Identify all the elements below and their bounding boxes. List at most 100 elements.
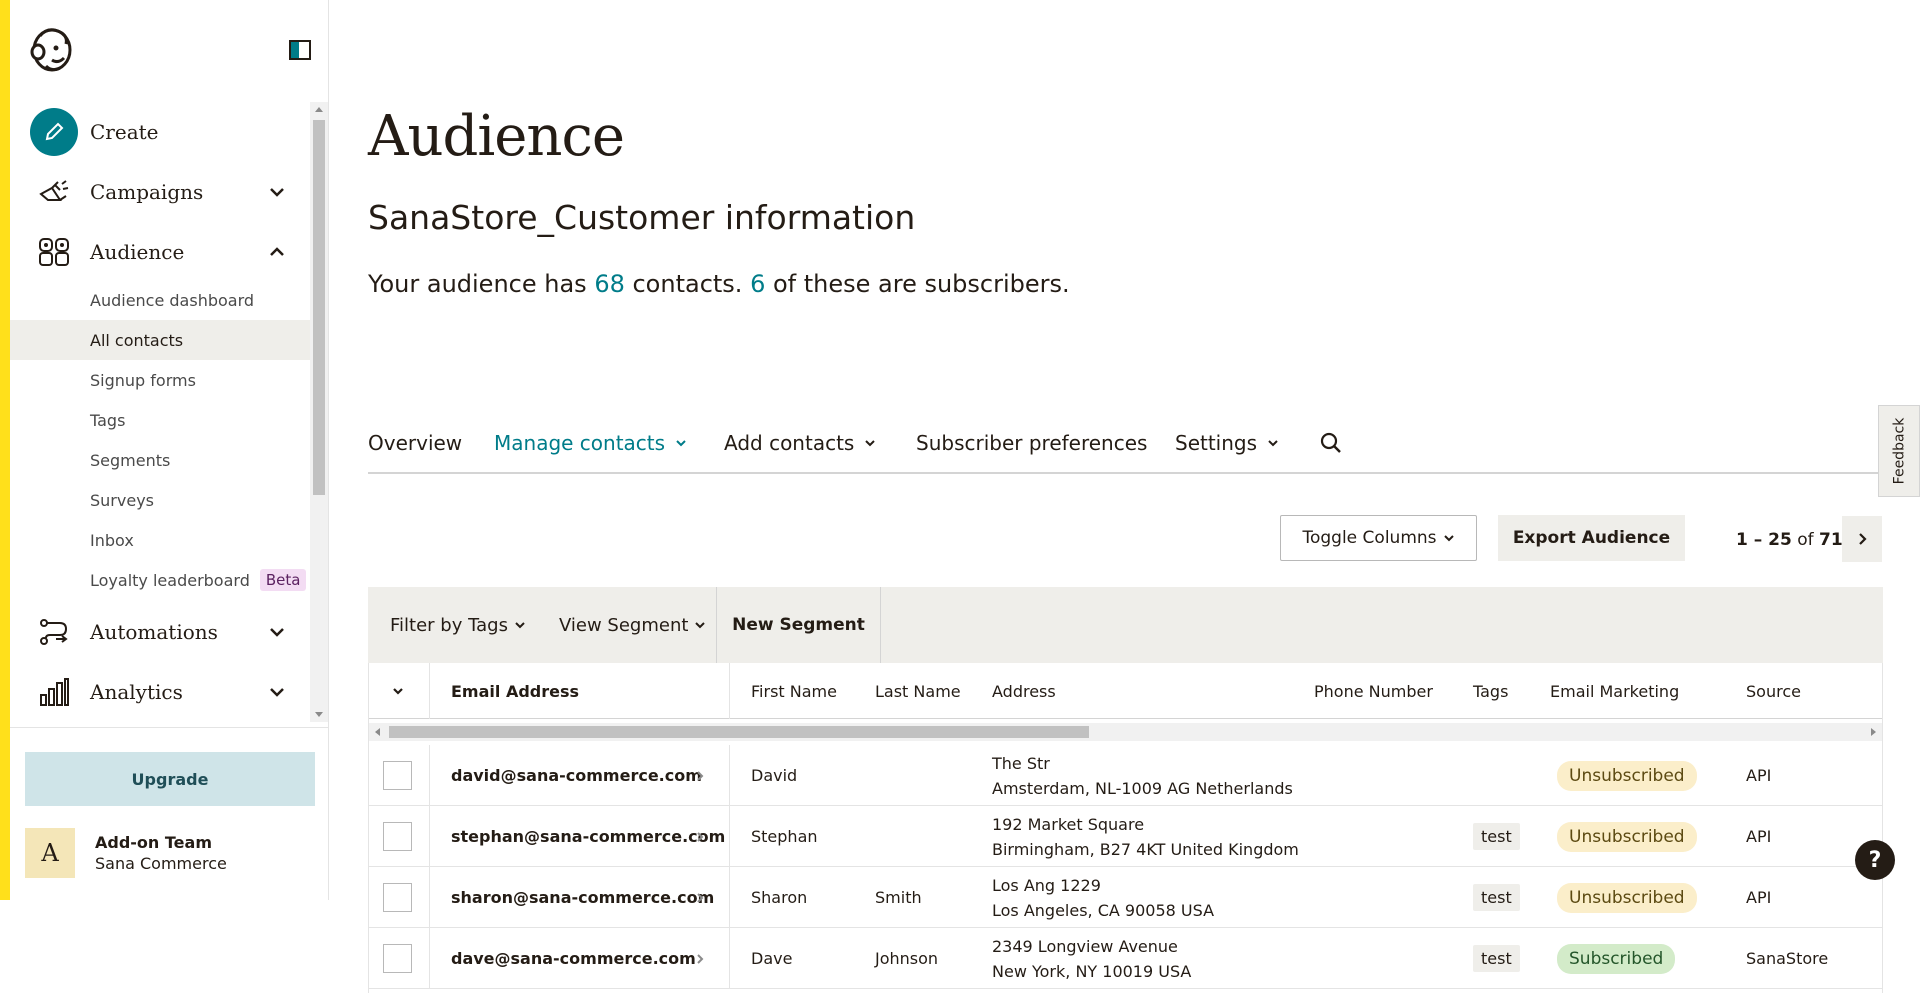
tab-overview[interactable]: Overview xyxy=(368,428,462,458)
table-header: Email Address First Name Last Name Addre… xyxy=(369,663,1882,719)
header-email[interactable]: Email Address xyxy=(451,663,579,719)
chevron-right-icon xyxy=(1859,533,1867,545)
tab-subscriber-preferences[interactable]: Subscriber preferences xyxy=(916,428,1147,458)
nav-automations[interactable]: Automations xyxy=(10,604,310,660)
select-all-chevron-icon[interactable] xyxy=(391,663,405,719)
email-link[interactable]: david@sana-commerce.com xyxy=(451,745,702,806)
row-checkbox[interactable] xyxy=(383,822,412,851)
sidebar-item-segments[interactable]: Segments xyxy=(10,440,310,480)
header-email-marketing[interactable]: Email Marketing xyxy=(1550,663,1679,719)
nav-create-label: Create xyxy=(90,120,159,144)
status-badge: Unsubscribed xyxy=(1557,882,1697,913)
header-source[interactable]: Source xyxy=(1746,663,1801,719)
email-link[interactable]: stephan@sana-commerce.com xyxy=(451,806,725,867)
tab-manage-contacts[interactable]: Manage contacts xyxy=(494,428,687,458)
row-checkbox[interactable] xyxy=(383,944,412,973)
mailchimp-logo-icon[interactable] xyxy=(26,22,76,74)
chevron-down-icon[interactable] xyxy=(268,623,286,641)
header-phone[interactable]: Phone Number xyxy=(1314,663,1433,719)
email-link[interactable]: sharon@sana-commerce.com xyxy=(451,867,714,928)
sidebar-item-inbox[interactable]: Inbox xyxy=(10,520,310,560)
row-checkbox[interactable] xyxy=(383,761,412,790)
first-name-cell: Stephan xyxy=(751,827,818,846)
table-row[interactable]: dave@sana-commerce.com Dave Johnson 2349… xyxy=(369,928,1882,989)
sidebar-item-all-contacts[interactable]: All contacts xyxy=(10,320,310,360)
header-first-name[interactable]: First Name xyxy=(751,663,837,719)
scrollbar-thumb[interactable] xyxy=(313,120,325,495)
view-segment-dropdown[interactable]: View Segment xyxy=(559,587,706,663)
subscribers-count-link[interactable]: 6 xyxy=(750,270,765,298)
nav-analytics[interactable]: Analytics xyxy=(10,664,310,720)
tab-label: Overview xyxy=(368,431,463,455)
scrollbar-thumb[interactable] xyxy=(389,726,1089,738)
account-switcher[interactable]: A Add-on Team Sana Commerce xyxy=(25,826,315,880)
nav-create[interactable]: Create xyxy=(10,104,310,160)
table-row[interactable]: sharon@sana-commerce.com Sharon Smith Lo… xyxy=(369,867,1882,928)
last-name-cell: Smith xyxy=(875,888,922,907)
column-divider xyxy=(729,663,730,719)
sidebar-item-surveys[interactable]: Surveys xyxy=(10,480,310,520)
search-icon[interactable] xyxy=(1319,428,1343,458)
chevron-right-icon[interactable] xyxy=(694,867,706,928)
export-audience-button[interactable]: Export Audience xyxy=(1498,515,1685,561)
automations-icon xyxy=(30,608,78,656)
filter-bar: Filter by Tags View Segment New Segment xyxy=(368,587,1883,663)
sidebar-item-loyalty-leaderboard[interactable]: Loyalty leaderboard Beta xyxy=(10,560,310,600)
nav-analytics-label: Analytics xyxy=(90,680,183,704)
tag-chip[interactable]: test xyxy=(1473,884,1520,911)
tag-chip[interactable]: test xyxy=(1473,945,1520,972)
source-cell: API xyxy=(1746,766,1772,785)
filter-by-tags-label: Filter by Tags xyxy=(390,614,508,636)
pager-range: 1 – 25 xyxy=(1736,530,1792,550)
chevron-right-icon[interactable] xyxy=(694,745,706,806)
table-horizontal-scrollbar[interactable] xyxy=(369,723,1882,741)
chevron-right-icon[interactable] xyxy=(694,806,706,867)
sidebar-item-audience-dashboard[interactable]: Audience dashboard xyxy=(10,280,310,320)
chevron-down-icon xyxy=(695,622,706,629)
address-cell: 192 Market Square Birmingham, B27 4KT Un… xyxy=(992,806,1299,867)
feedback-tab[interactable]: Feedback xyxy=(1878,405,1920,497)
table-row[interactable]: david@sana-commerce.com David The Str Am… xyxy=(369,745,1882,806)
sidebar-item-tags[interactable]: Tags xyxy=(10,400,310,440)
summary-text: Your audience has xyxy=(368,270,595,298)
chevron-up-icon[interactable] xyxy=(268,243,286,261)
tab-add-contacts[interactable]: Add contacts xyxy=(724,428,876,458)
nav-audience-label: Audience xyxy=(90,240,185,264)
nav-campaigns[interactable]: Campaigns xyxy=(10,164,310,220)
help-button[interactable]: ? xyxy=(1855,840,1895,880)
chevron-right-icon[interactable] xyxy=(694,928,706,989)
contacts-count-link[interactable]: 68 xyxy=(594,270,625,298)
address-line2: New York, NY 10019 USA xyxy=(992,961,1192,981)
scroll-down-icon[interactable] xyxy=(315,712,323,717)
chevron-down-icon[interactable] xyxy=(268,183,286,201)
source-cell: API xyxy=(1746,888,1772,907)
filter-by-tags-dropdown[interactable]: Filter by Tags xyxy=(390,587,526,663)
new-segment-button[interactable]: New Segment xyxy=(716,587,881,663)
header-last-name[interactable]: Last Name xyxy=(875,663,961,719)
column-divider xyxy=(729,867,730,928)
scroll-up-icon[interactable] xyxy=(315,107,323,112)
tab-settings[interactable]: Settings xyxy=(1175,428,1279,458)
chevron-down-icon xyxy=(676,440,686,447)
collapse-sidebar-icon[interactable] xyxy=(288,38,312,62)
row-checkbox[interactable] xyxy=(383,883,412,912)
header-address[interactable]: Address xyxy=(992,663,1056,719)
toggle-columns-dropdown[interactable]: Toggle Columns xyxy=(1280,515,1477,561)
sidebar-item-label: Audience dashboard xyxy=(90,290,255,310)
sidebar-item-signup-forms[interactable]: Signup forms xyxy=(10,360,310,400)
header-tags[interactable]: Tags xyxy=(1473,663,1508,719)
scroll-right-icon[interactable] xyxy=(1871,728,1876,736)
address-line1: 192 Market Square xyxy=(992,814,1145,834)
chevron-down-icon[interactable] xyxy=(268,683,286,701)
first-name-cell: Sharon xyxy=(751,888,808,907)
source-cell: SanaStore xyxy=(1746,949,1829,968)
nav-audience[interactable]: Audience xyxy=(10,224,310,280)
tag-chip[interactable]: test xyxy=(1473,823,1520,850)
sidebar-scrollbar[interactable] xyxy=(310,102,328,722)
scroll-left-icon[interactable] xyxy=(375,728,380,736)
email-link[interactable]: dave@sana-commerce.com xyxy=(451,928,696,989)
upgrade-button[interactable]: Upgrade xyxy=(25,752,315,806)
next-page-button[interactable] xyxy=(1842,516,1882,562)
sidebar-nav: Create Campaigns Audience Audience dashb… xyxy=(10,102,310,722)
table-row[interactable]: stephan@sana-commerce.com Stephan 192 Ma… xyxy=(369,806,1882,867)
